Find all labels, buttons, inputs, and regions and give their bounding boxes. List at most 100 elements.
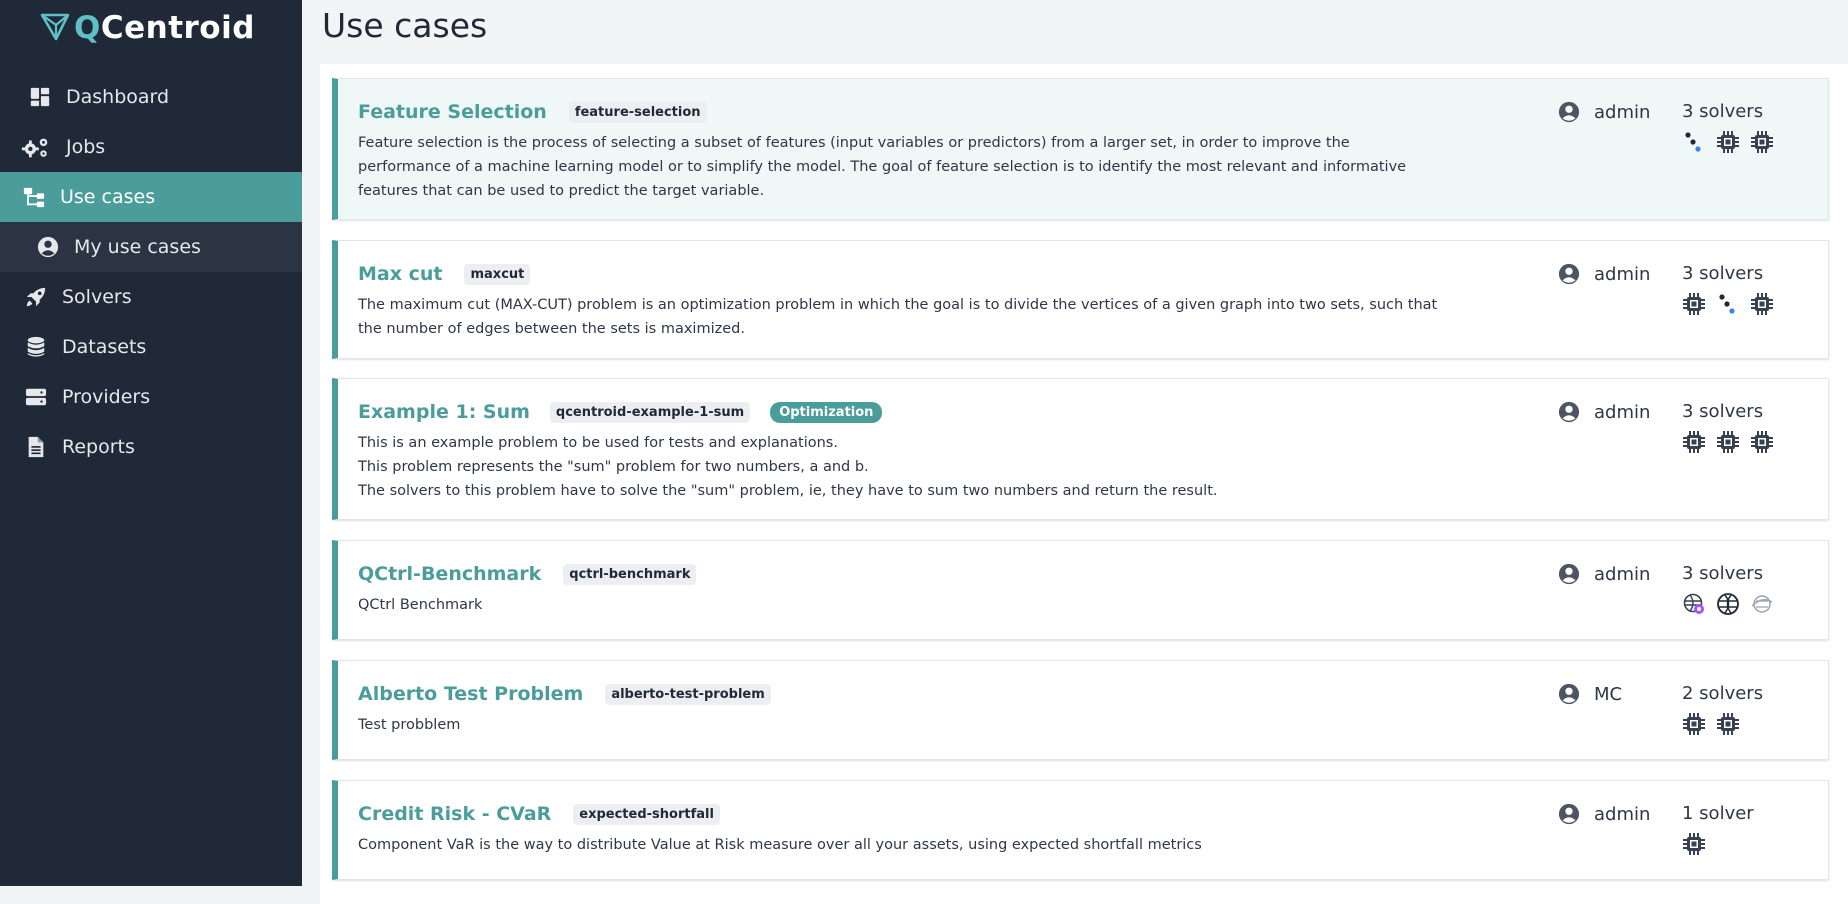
sidebar-item-solvers[interactable]: Solvers [0,272,302,322]
sidebar-item-jobs[interactable]: Jobs [0,122,302,172]
owner: admin [1558,563,1650,585]
globe-faded-icon[interactable] [1750,592,1774,616]
owner-name: admin [1594,401,1651,423]
use-case-title[interactable]: Max cut [358,263,442,285]
solver-icons [1682,592,1774,616]
gears-icon [20,135,52,159]
server-icon [24,385,48,409]
owner-name: MC [1594,683,1623,705]
sitemap-icon [22,185,46,209]
logo-text: QCentroid [74,10,255,46]
sidebar-item-dashboard[interactable]: Dashboard [0,72,302,122]
sidebar-item-datasets[interactable]: Datasets [0,322,302,372]
use-case-description: The maximum cut (MAX-CUT) problem is an … [358,297,1438,337]
chip-icon[interactable] [1750,430,1774,454]
use-case-description: This is an example problem to be used fo… [358,431,1438,503]
card-header: Max cut maxcut [358,263,531,285]
chip-icon[interactable] [1682,292,1706,316]
sidebar-nav: Dashboard Jobs Use cases My use cases So… [0,72,302,472]
chip-icon[interactable] [1716,130,1740,154]
globe-badge-icon[interactable] [1682,592,1706,616]
user-circle-icon [1558,101,1580,123]
use-case-description: QCtrl Benchmark [358,597,483,613]
user-circle-icon [1558,803,1580,825]
description-line: The solvers to this problem have to solv… [358,483,1218,499]
sidebar-item-label: Solvers [62,286,132,308]
use-case-card[interactable]: Alberto Test Problem alberto-test-proble… [332,660,1829,760]
use-case-description: Test probblem [358,717,461,733]
sidebar-item-use-cases[interactable]: Use cases [0,172,302,222]
solver-icons [1682,712,1763,736]
use-case-card[interactable]: Credit Risk - CVaR expected-shortfall Co… [332,780,1829,880]
solvers: 3 solvers [1682,101,1774,154]
owner: admin [1558,263,1650,285]
use-case-slug-badge: maxcut [464,263,531,285]
description-line: This is an example problem to be used fo… [358,435,838,451]
use-case-description: Component VaR is the way to distribute V… [358,837,1202,853]
user-circle-icon [1558,683,1580,705]
solvers-count: 2 solvers [1682,683,1764,704]
chip-icon[interactable] [1682,712,1706,736]
chip-icon[interactable] [1716,430,1740,454]
use-case-description: Feature selection is the process of sele… [358,135,1407,199]
use-case-title[interactable]: Alberto Test Problem [358,683,583,705]
description-line: This problem represents the "sum" proble… [358,459,869,475]
sidebar: QCentroid Dashboard Jobs Use cases My us… [0,0,302,886]
use-case-title[interactable]: Feature Selection [358,101,547,123]
sidebar-item-my-use-cases[interactable]: My use cases [0,222,302,272]
solvers-count: 3 solvers [1682,263,1764,284]
file-icon [24,435,48,459]
use-case-card[interactable]: Feature Selection feature-selection Feat… [332,78,1829,220]
solvers-count: 3 solvers [1682,101,1764,122]
chip-icon[interactable] [1682,430,1706,454]
chip-icon[interactable] [1682,832,1706,856]
use-case-slug-badge: feature-selection [568,101,707,123]
user-circle-icon [1558,263,1580,285]
chip-icon[interactable] [1716,712,1740,736]
card-header: QCtrl-Benchmark qctrl-benchmark [358,563,697,585]
owner-name: admin [1594,803,1651,825]
card-header: Feature Selection feature-selection [358,101,707,123]
chip-icon[interactable] [1750,130,1774,154]
globe-icon[interactable] [1716,592,1740,616]
sidebar-item-label: Dashboard [66,86,170,108]
use-case-title[interactable]: QCtrl-Benchmark [358,563,541,585]
solvers-count: 3 solvers [1682,401,1764,422]
user-circle-icon [1558,401,1580,423]
card-header: Example 1: Sum qcentroid-example-1-sum O… [358,401,883,423]
page-title: Use cases [322,6,488,45]
dashboard-icon [28,85,52,109]
solvers-count: 1 solver [1682,803,1754,824]
use-case-card[interactable]: Max cut maxcut The maximum cut (MAX-CUT)… [332,240,1829,359]
solver-icons [1682,430,1774,454]
card-header: Credit Risk - CVaR expected-shortfall [358,803,720,825]
chip-icon[interactable] [1750,292,1774,316]
user-circle-icon [1558,563,1580,585]
solver-icons [1682,130,1774,154]
use-case-slug-badge: qcentroid-example-1-sum [549,401,751,423]
owner-name: admin [1594,263,1651,285]
solvers: 1 solver [1682,803,1754,856]
category-tag: Optimization [770,401,883,423]
database-icon [24,335,48,359]
use-case-card[interactable]: QCtrl-Benchmark qctrl-benchmark QCtrl Be… [332,540,1829,640]
sidebar-item-label: Jobs [66,136,106,158]
user-circle-icon [36,235,60,259]
sidebar-item-providers[interactable]: Providers [0,372,302,422]
use-case-card[interactable]: Example 1: Sum qcentroid-example-1-sum O… [332,378,1829,520]
sidebar-item-reports[interactable]: Reports [0,422,302,472]
dots-icon[interactable] [1682,130,1706,154]
rocket-icon [24,285,48,309]
use-case-slug-badge: qctrl-benchmark [563,563,697,585]
use-case-title[interactable]: Credit Risk - CVaR [358,803,551,825]
card-header: Alberto Test Problem alberto-test-proble… [358,683,771,705]
solvers: 3 solvers [1682,263,1774,316]
dots-icon[interactable] [1716,292,1740,316]
use-case-list: Feature Selection feature-selection Feat… [320,64,1848,904]
owner: admin [1558,401,1650,423]
logo[interactable]: QCentroid [40,8,255,48]
owner-name: admin [1594,563,1651,585]
solvers: 3 solvers [1682,563,1774,616]
use-case-title[interactable]: Example 1: Sum [358,401,530,423]
sidebar-item-label: Providers [62,386,151,408]
